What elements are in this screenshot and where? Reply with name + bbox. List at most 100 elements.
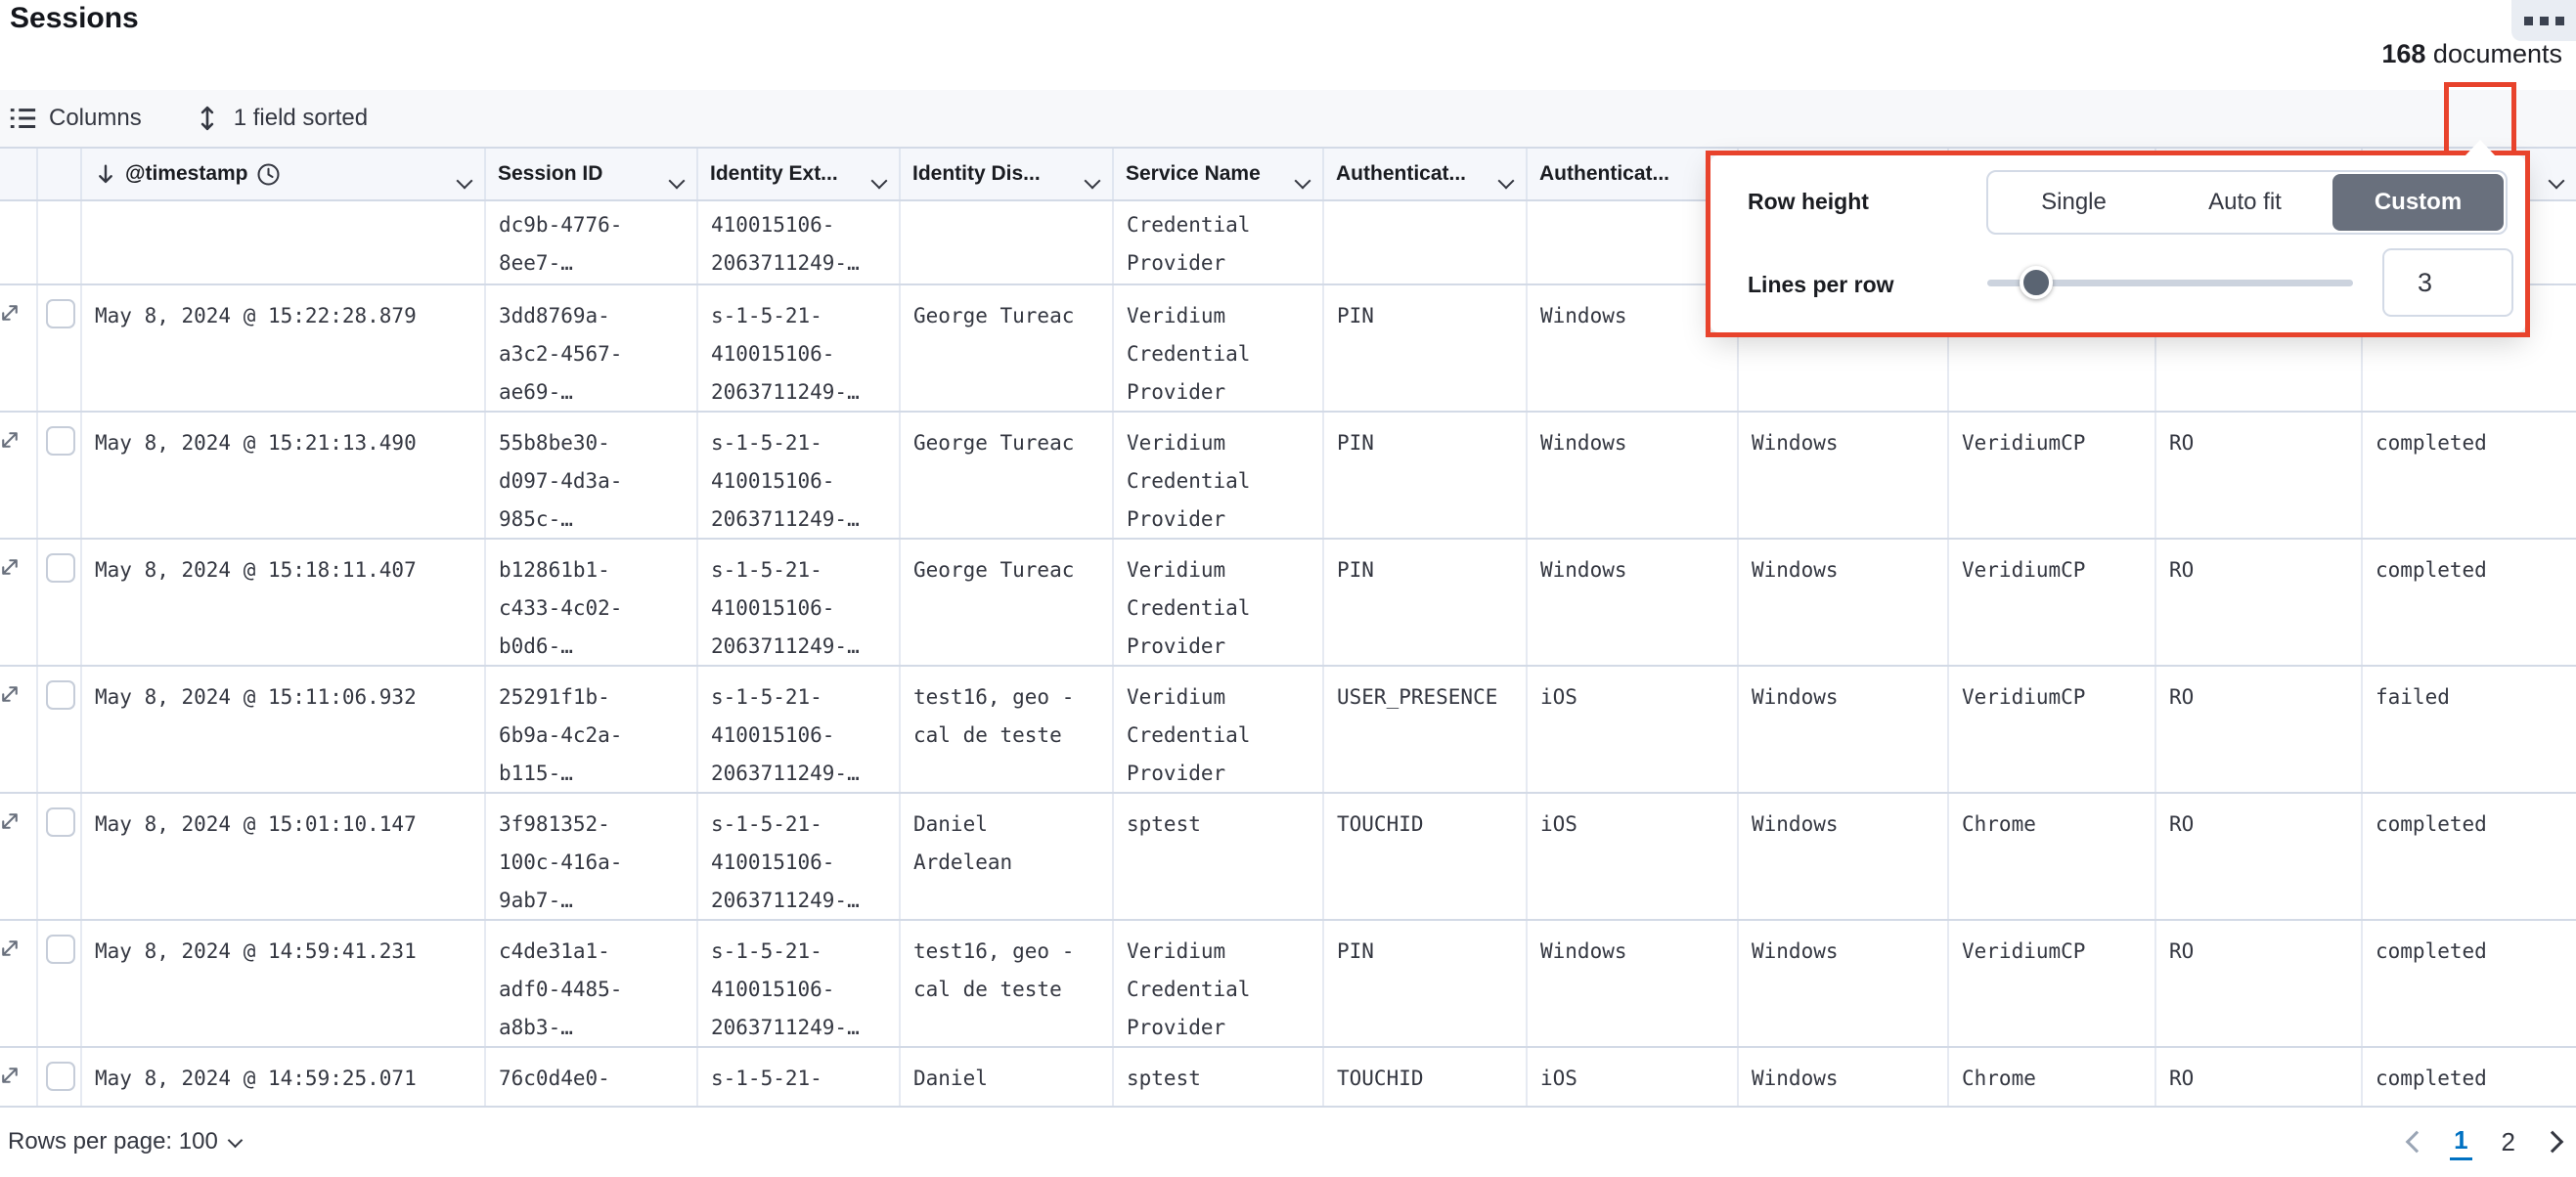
- expand-document-icon[interactable]: [0, 1064, 36, 1087]
- header-control-cell: [38, 149, 82, 199]
- cell-line: George Tureac: [913, 424, 1100, 462]
- previous-page-icon[interactable]: [2406, 1131, 2428, 1154]
- cell-line: Credential: [1127, 717, 1310, 755]
- column-header-session_id[interactable]: Session ID: [486, 149, 698, 199]
- cell-auth_method: TOUCHID: [1324, 1048, 1528, 1106]
- chevron-down-icon: [871, 173, 888, 190]
- cell-hidden_4: completed: [2363, 1048, 2576, 1106]
- cell-session_id: 25291f1b-6b9a-4c2a-b115-…: [486, 667, 698, 792]
- cell-line: sptest: [1127, 806, 1310, 844]
- rows-per-page-button[interactable]: Rows per page: 100: [8, 1108, 241, 1176]
- column-actions-button[interactable]: [671, 169, 683, 193]
- cell-line: 76c0d4e0-: [499, 1060, 685, 1098]
- cell-identity_ext: 410015106-2063711249-…: [698, 201, 901, 283]
- sort-updown-icon: [193, 104, 222, 133]
- column-actions-button[interactable]: [459, 169, 470, 193]
- chevron-down-icon: [1498, 173, 1515, 190]
- cell-identity_ext: s-1-5-21-410015106-2063711249-…: [698, 667, 901, 792]
- row-height-option-custom[interactable]: Custom: [2332, 174, 2504, 231]
- cell-auth_os: Windows: [1528, 921, 1739, 1046]
- next-page-icon[interactable]: [2542, 1131, 2564, 1154]
- grid-body: dc9b-4776-8ee7-…410015106-2063711249-…Cr…: [0, 201, 2576, 1106]
- column-header-label: Authenticat...: [1336, 162, 1466, 186]
- row-height-option-single[interactable]: Single: [1988, 172, 2159, 233]
- cell-line: Provider: [1127, 755, 1310, 792]
- sort-fields-button[interactable]: 1 field sorted: [193, 104, 368, 133]
- sort-fields-label: 1 field sorted: [234, 105, 368, 132]
- cell-hidden_3: RO: [2156, 540, 2363, 665]
- cell-line: s-1-5-21-: [711, 678, 887, 717]
- slider-thumb[interactable]: [2020, 266, 2053, 299]
- cell-line: c433-4c02-: [499, 589, 685, 628]
- column-actions-button[interactable]: [873, 169, 885, 193]
- cell-hidden_3: RO: [2156, 413, 2363, 538]
- column-header-service_name[interactable]: Service Name: [1114, 149, 1324, 199]
- panel-options-handle[interactable]: [2511, 0, 2576, 41]
- column-header-label: @timestamp: [125, 162, 248, 186]
- row-checkbox[interactable]: [46, 807, 75, 837]
- cell-line: Daniel: [913, 806, 1100, 844]
- cell-line: 6b9a-4c2a-: [499, 717, 685, 755]
- lines-per-row-input[interactable]: 3: [2382, 248, 2513, 317]
- expand-document-icon[interactable]: [0, 428, 36, 452]
- cell-line: May 8, 2024 @ 14:59:41.231: [95, 933, 472, 971]
- row-checkbox[interactable]: [46, 935, 75, 964]
- cell-line: 8ee7-…: [499, 244, 685, 283]
- cell-line: a8b3-…: [499, 1009, 685, 1046]
- row-checkbox[interactable]: [46, 680, 75, 710]
- row-checkbox[interactable]: [46, 426, 75, 456]
- cell-line: Windows: [1540, 424, 1725, 462]
- row-height-option-auto-fit[interactable]: Auto fit: [2159, 172, 2331, 233]
- column-header-identity_ext[interactable]: Identity Ext...: [698, 149, 901, 199]
- select-cell: [38, 285, 82, 411]
- column-header-auth_os[interactable]: Authenticat...: [1528, 149, 1739, 199]
- cell-line: 2063711249-…: [711, 755, 887, 792]
- row-checkbox[interactable]: [46, 553, 75, 583]
- row-checkbox[interactable]: [46, 299, 75, 328]
- cell-timestamp: May 8, 2024 @ 15:22:28.879: [82, 285, 486, 411]
- cell-line: Provider: [1127, 1009, 1310, 1046]
- column-header-label: Identity Dis...: [912, 162, 1041, 186]
- column-header-label: Identity Ext...: [710, 162, 838, 186]
- cell-identity_dis: DanielArdelean: [901, 1048, 1114, 1106]
- expand-document-icon[interactable]: [0, 301, 36, 325]
- cell-line: 92c3-4dbf-: [499, 1098, 685, 1106]
- cell-identity_dis: DanielArdelean: [901, 794, 1114, 919]
- cell-line: Windows: [1752, 678, 1935, 717]
- column-header-identity_dis[interactable]: Identity Dis...: [901, 149, 1114, 199]
- columns-list-icon: [8, 104, 37, 133]
- column-actions-button[interactable]: [1087, 169, 1098, 193]
- cell-line: d097-4d3a-: [499, 462, 685, 501]
- column-actions-button[interactable]: [2551, 169, 2562, 193]
- expand-document-icon[interactable]: [0, 682, 36, 706]
- cell-line: TOUCHID: [1337, 806, 1514, 844]
- page-number-1[interactable]: 1: [2450, 1123, 2471, 1160]
- cell-identity_dis: [901, 201, 1114, 283]
- cell-line: 100c-416a-: [499, 844, 685, 882]
- expand-document-icon[interactable]: [0, 937, 36, 960]
- select-cell: [38, 667, 82, 792]
- cell-line: Chrome: [1962, 806, 2143, 844]
- column-actions-button[interactable]: [1500, 169, 1512, 193]
- cell-timestamp: [82, 201, 486, 283]
- cell-session_id: 3dd8769a-a3c2-4567-ae69-…: [486, 285, 698, 411]
- column-actions-button[interactable]: [1297, 169, 1309, 193]
- cell-timestamp: May 8, 2024 @ 15:21:13.490: [82, 413, 486, 538]
- cell-line: Ardelean: [913, 1098, 1100, 1106]
- cell-hidden_1: Windows: [1739, 1048, 1949, 1106]
- cell-line: cal de teste: [913, 717, 1100, 755]
- cell-session_id: 3f981352-100c-416a-9ab7-…: [486, 794, 698, 919]
- cell-line: Veridium: [1127, 424, 1310, 462]
- page-number-2[interactable]: 2: [2498, 1125, 2519, 1159]
- row-checkbox[interactable]: [46, 1062, 75, 1091]
- cell-line: cal de teste: [913, 971, 1100, 1009]
- expand-document-icon[interactable]: [0, 555, 36, 579]
- columns-button[interactable]: Columns: [8, 104, 142, 133]
- column-header-timestamp[interactable]: @timestamp: [82, 149, 486, 199]
- column-header-auth_method[interactable]: Authenticat...: [1324, 149, 1528, 199]
- cell-line: Provider: [1127, 628, 1310, 665]
- cell-auth_os: [1528, 201, 1739, 283]
- cell-line: completed: [2376, 551, 2564, 589]
- expand-document-icon[interactable]: [0, 809, 36, 833]
- cell-auth_method: PIN: [1324, 921, 1528, 1046]
